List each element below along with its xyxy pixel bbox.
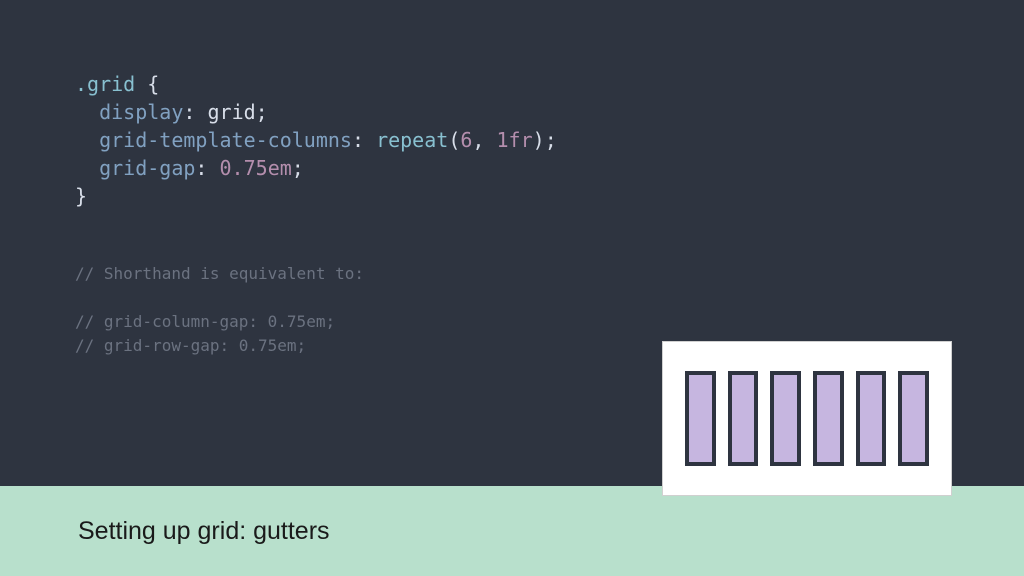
slide: .grid { display: grid; grid-template-col… xyxy=(0,0,1024,576)
css-value: grid xyxy=(207,100,255,124)
css-function: repeat xyxy=(376,128,448,152)
grid-illustration xyxy=(662,341,952,496)
css-code-block: .grid { display: grid; grid-template-col… xyxy=(75,70,949,210)
grid-column-bar xyxy=(685,371,716,466)
css-selector: .grid xyxy=(75,72,135,96)
comment-line: // grid-row-gap: 0.75em; xyxy=(75,336,306,355)
grid-column-bar xyxy=(898,371,929,466)
grid-column-bar xyxy=(813,371,844,466)
grid-column-bar xyxy=(856,371,887,466)
css-property: display xyxy=(99,100,183,124)
css-property: grid-template-columns xyxy=(99,128,352,152)
grid-column-bar xyxy=(728,371,759,466)
caption-bar: Setting up grid: gutters xyxy=(0,486,1024,576)
css-property: grid-gap xyxy=(99,156,195,180)
grid-column-bar xyxy=(770,371,801,466)
comment-line: // Shorthand is equivalent to: xyxy=(75,264,364,283)
brace-close: } xyxy=(75,184,87,208)
brace-open: { xyxy=(135,72,159,96)
comment-line: // grid-column-gap: 0.75em; xyxy=(75,312,335,331)
code-panel: .grid { display: grid; grid-template-col… xyxy=(0,0,1024,486)
slide-title: Setting up grid: gutters xyxy=(78,517,330,546)
